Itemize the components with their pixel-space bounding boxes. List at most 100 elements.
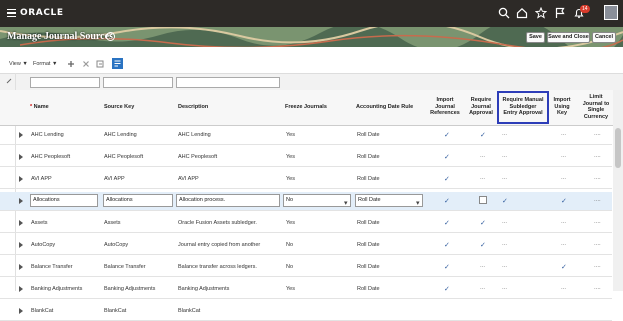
empty-value: ...	[561, 175, 567, 181]
query-by-example-row	[0, 73, 623, 90]
table-row[interactable]: AHC Lending AHC Lending AHC Lending Yes Roll…	[0, 126, 612, 145]
name-cell: AHC Peoplesoft	[31, 154, 71, 160]
empty-value: ....	[594, 131, 601, 137]
source-key-cell: Assets	[104, 220, 121, 226]
filter-description-input[interactable]	[176, 77, 280, 88]
expand-row-icon[interactable]	[19, 286, 23, 292]
accounting-date-rule-cell: Roll Date	[357, 176, 380, 182]
source-key-cell: AHC Lending	[104, 132, 137, 138]
empty-value: ...	[561, 153, 567, 159]
checkmark-icon[interactable]: ✓	[444, 197, 450, 205]
scrollbar-thumb[interactable]	[615, 128, 621, 168]
expand-row-icon[interactable]	[19, 154, 23, 160]
column-header-freeze-journals[interactable]: Freeze Journals	[285, 104, 327, 111]
column-header-import-using-key[interactable]: Import Using Key	[550, 97, 574, 117]
oracle-logo: ORACLE	[20, 8, 64, 18]
expand-row-icon[interactable]	[19, 308, 23, 314]
column-header-limit-journal-single-currency[interactable]: Limit Journal to Single Currency	[578, 94, 614, 120]
source-key-cell: BlankCat	[104, 308, 127, 314]
checkmark-icon[interactable]: ✓	[561, 197, 567, 205]
checkmark-icon[interactable]: ✓	[502, 197, 508, 205]
vertical-scrollbar[interactable]	[613, 90, 623, 291]
table-row[interactable]: Balance Transfer Balance Transfer Balance …	[0, 258, 612, 277]
add-icon[interactable]	[67, 60, 75, 68]
empty-value: ...	[561, 285, 567, 291]
description-cell: Balance transfer across ledgers.	[178, 264, 257, 270]
description-cell: AHC Peoplesoft	[178, 154, 218, 160]
delete-icon[interactable]	[82, 60, 90, 68]
search-icon[interactable]	[498, 7, 510, 19]
query-by-example-icon[interactable]	[112, 58, 123, 69]
require-approval-checkbox[interactable]	[479, 196, 487, 204]
column-header-description[interactable]: Description	[178, 104, 208, 111]
filter-source-key-input[interactable]	[103, 77, 173, 88]
dropdown-arrow-icon[interactable]: ▾	[344, 199, 348, 207]
accounting-date-rule-select[interactable]: Roll Date	[355, 194, 423, 207]
expand-row-icon[interactable]	[19, 198, 23, 204]
checkmark-icon: ✓	[444, 220, 450, 227]
header-line: Currency	[583, 113, 609, 120]
table-row[interactable]: AutoCopy AutoCopy Journal entry copied fro…	[0, 236, 612, 255]
empty-value: ....	[594, 175, 601, 181]
empty-value: ....	[594, 285, 601, 291]
description-cell: Oracle Fusion Assets subledger.	[178, 220, 257, 226]
save-and-close-button[interactable]: Save and Close	[547, 32, 590, 43]
filter-name-input[interactable]	[30, 77, 100, 88]
empty-value: ...	[480, 175, 486, 181]
empty-value: ...	[502, 131, 508, 137]
dropdown-arrow-icon[interactable]: ▾	[416, 199, 420, 207]
column-header-require-journal-approval[interactable]: Require Journal Approval	[465, 97, 497, 117]
accounting-date-rule-cell: Roll Date	[357, 220, 380, 226]
table-row[interactable]: BlankCat BlankCat BlankCat	[0, 302, 612, 321]
format-menu[interactable]: Format ▼	[33, 61, 57, 67]
empty-value: ...	[502, 285, 508, 291]
table-row[interactable]: Banking Adjustments Banking Adjustments Ba…	[0, 280, 612, 299]
expand-row-icon[interactable]	[19, 242, 23, 248]
detach-icon[interactable]	[96, 60, 104, 68]
header-line: Key	[556, 110, 568, 116]
cancel-button[interactable]: Cancel	[592, 32, 616, 43]
description-cell: Journal entry copied from another	[178, 242, 261, 248]
table-row[interactable]: Assets Assets Oracle Fusion Assets subledg…	[0, 214, 612, 233]
flag-icon[interactable]	[554, 7, 566, 19]
checkmark-icon: ✓	[480, 220, 486, 227]
accounting-date-rule-cell: Roll Date	[357, 132, 380, 138]
checkmark-icon: ✓	[444, 242, 450, 249]
source-key-cell: Banking Adjustments	[104, 286, 156, 292]
column-header-import-journal-references[interactable]: Import Journal References	[426, 97, 464, 117]
menu-icon[interactable]	[7, 9, 16, 18]
avatar[interactable]	[604, 5, 618, 20]
checkmark-icon: ✓	[444, 132, 450, 139]
global-header: ORACLE	[0, 0, 623, 27]
column-header-name-label: Name	[33, 104, 49, 110]
freeze-journals-cell: No	[286, 264, 294, 270]
name-cell: Assets	[31, 220, 48, 226]
accounting-date-rule-cell: Roll Date	[357, 154, 380, 160]
name-field[interactable]: Allocations	[30, 194, 98, 207]
empty-value: ....	[594, 219, 601, 225]
home-icon[interactable]	[516, 7, 528, 19]
save-button[interactable]: Save	[526, 32, 545, 43]
expand-row-icon[interactable]	[19, 132, 23, 138]
expand-row-icon[interactable]	[19, 176, 23, 182]
name-cell: Balance Transfer	[31, 264, 73, 270]
empty-value[interactable]: ....	[594, 197, 601, 203]
expand-row-icon[interactable]	[19, 264, 23, 270]
table-row[interactable]: Allocations Allocations Allocation process…	[0, 192, 612, 211]
accounting-date-rule-cell: Roll Date	[357, 242, 380, 248]
source-key-field[interactable]: Allocations	[103, 194, 173, 207]
help-icon[interactable]: ?	[106, 32, 115, 41]
table-row[interactable]: AVI APP AVI APP AVI APP Yes Roll Date ✓......…	[0, 170, 612, 189]
freeze-journals-select[interactable]: No	[283, 194, 351, 207]
column-header-name[interactable]: * Name	[30, 104, 49, 111]
description-cell: BlankCat	[178, 308, 201, 314]
expand-row-icon[interactable]	[19, 220, 23, 226]
checkmark-icon: ✓	[444, 176, 450, 183]
column-header-accounting-date-rule[interactable]: Accounting Date Rule	[356, 104, 413, 111]
column-header-source-key[interactable]: Source Key	[104, 104, 134, 111]
description-field[interactable]: Allocation process.	[176, 194, 280, 207]
source-key-cell: AutoCopy	[104, 242, 129, 248]
star-icon[interactable]	[535, 7, 547, 19]
table-row[interactable]: AHC Peoplesoft AHC Peoplesoft AHC Peopleso…	[0, 148, 612, 167]
view-menu[interactable]: View ▼	[9, 61, 28, 67]
